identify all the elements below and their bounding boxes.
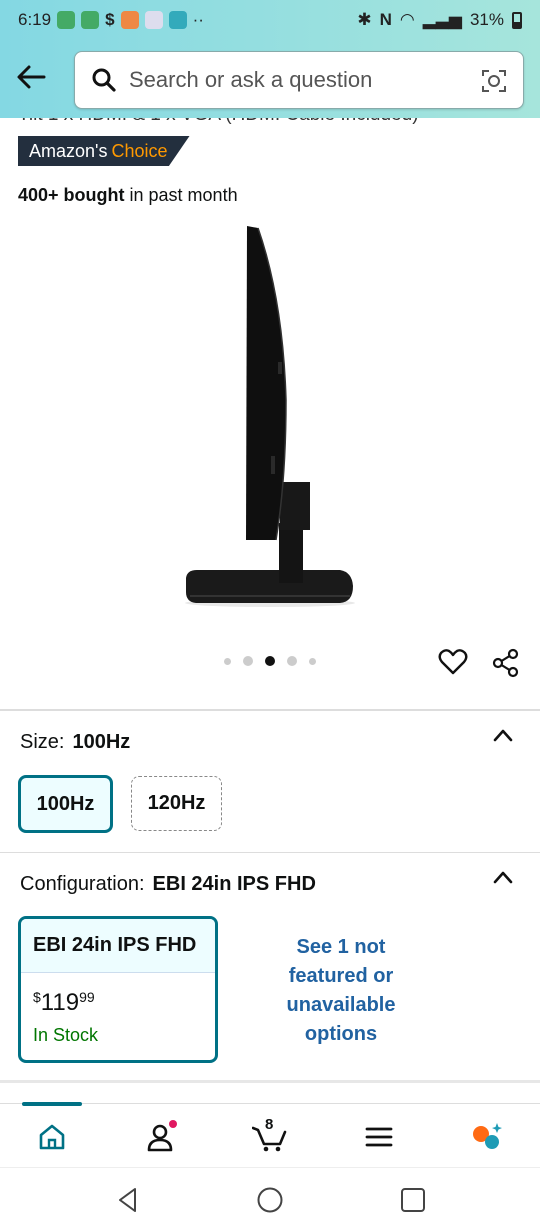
size-option-100hz[interactable]: 100Hz [18,775,113,833]
chevron-up-icon[interactable] [492,728,514,742]
size-label: Size: [20,731,65,753]
configuration-price: $11999 [33,989,215,1017]
price-symbol: $ [33,989,41,1005]
configuration-heading: Configuration: EBI 24in IPS FHD [20,873,316,896]
status-bar: 6:19 $ ·· ✱ N ◠ ▂▃▅ 31% [0,0,540,40]
menu-icon[interactable] [362,1120,396,1154]
game-app-icon [120,11,139,29]
share-icon[interactable] [491,648,521,678]
carousel-dot[interactable] [224,657,231,665]
rufus-assistant-icon[interactable] [470,1120,504,1154]
battery-level: 31% [469,10,504,29]
system-nav-bar [0,1167,540,1230]
size-heading: Size: 100Hz [20,731,130,754]
notification-app-icon [81,11,100,29]
configuration-option-card[interactable]: EBI 24in IPS FHD $11999 In Stock [18,916,218,1063]
price-whole: 119 [40,989,80,1016]
carousel-dot[interactable] [243,656,253,666]
carousel-dot-active[interactable] [265,656,275,666]
bottom-tab-bar: 8 [0,1102,540,1167]
active-tab-indicator [22,1102,82,1106]
badge-prefix: Amazon's [29,140,108,161]
stock-status: In Stock [33,1025,99,1045]
bluetooth-icon: ✱ [357,10,372,29]
section-divider [0,709,540,711]
app-header [0,40,540,118]
configuration-selected-value: EBI 24in IPS FHD [152,873,316,895]
bet-app-icon [144,11,163,29]
status-time: 6:19 [18,10,52,29]
wifi-icon: ◠ [399,10,415,29]
carousel-dot[interactable] [287,656,297,666]
dollar-icon: $ [105,10,115,29]
signal-icon: ▂▃▅ [422,10,462,29]
cart-button[interactable]: 8 [252,1116,288,1154]
camera-search-icon[interactable] [481,68,507,94]
nfc-icon: N [379,10,392,29]
nav-back-icon[interactable] [114,1186,142,1214]
amazons-choice-badge: Amazon's Choice [18,136,190,166]
nav-recents-icon[interactable] [399,1186,427,1214]
search-icon [92,68,116,92]
see-unavailable-options-link[interactable]: See 1 not featured or unavailable option… [262,933,420,1049]
size-selected-value: 100Hz [72,731,131,753]
carousel-dot[interactable] [309,657,316,665]
configuration-card-title: EBI 24in IPS FHD [21,919,215,973]
home-icon[interactable] [35,1120,69,1154]
badge-choice: Choice [111,140,168,161]
monitor-illustration [185,226,355,607]
bought-number: 400+ bought [18,185,125,205]
image-carousel-dots[interactable] [224,656,316,666]
more-notifications-icon: ·· [192,10,204,29]
section-divider [0,852,540,853]
nav-home-icon[interactable] [256,1186,284,1214]
browser-app-icon [168,11,187,29]
account-icon[interactable] [144,1120,178,1154]
product-image[interactable] [0,220,540,620]
search-bar[interactable] [74,51,524,109]
back-arrow-icon[interactable] [14,60,48,94]
chevron-up-icon[interactable] [492,870,514,884]
cart-count: 8 [265,1116,274,1133]
bought-suffix: in past month [124,185,238,205]
notification-app-icon [57,11,76,29]
heart-icon[interactable] [438,648,468,676]
section-divider [0,1080,540,1083]
configuration-label: Configuration: [20,873,145,895]
bought-count: 400+ bought in past month [18,185,238,206]
battery-icon [512,11,522,29]
size-option-120hz[interactable]: 120Hz [131,776,222,831]
search-input[interactable] [129,67,459,93]
price-fraction: 99 [79,989,95,1005]
